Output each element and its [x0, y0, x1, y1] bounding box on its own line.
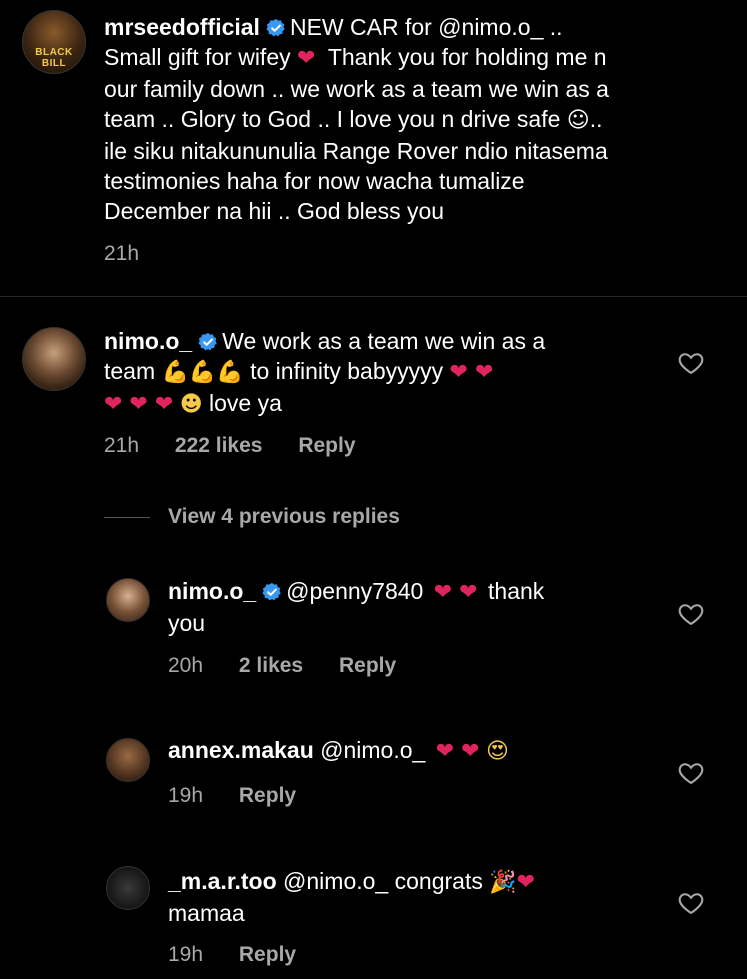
reply-time: 19h	[168, 943, 204, 966]
reply-time: 20h	[168, 654, 204, 677]
caption-line-6: testimonies haha for now wacha tumalize	[104, 168, 525, 194]
reply-reply-button[interactable]: Reply	[239, 943, 296, 966]
verified-badge-icon	[198, 332, 217, 351]
red-heart-emoji: ❤ ❤	[449, 360, 494, 385]
caption-line-2b: Thank you for holding me n	[327, 44, 607, 70]
caption-text: mrseedofficial NEW CAR for @nimo.o_ .. Sm…	[104, 12, 724, 226]
flexed-biceps-emoji: 💪💪💪	[161, 360, 244, 385]
caption-time: 21h	[104, 242, 140, 265]
kiss-face-emoji: ☻	[179, 392, 203, 417]
reply-likes[interactable]: 2 likes	[239, 654, 303, 677]
reply-username[interactable]: _m.a.r.too	[168, 868, 277, 894]
comment-line-3: love ya	[209, 390, 282, 416]
reply-mention[interactable]: @nimo.o_	[320, 737, 425, 763]
comment-time: 21h	[104, 434, 140, 457]
caption-username[interactable]: mrseedofficial	[104, 14, 260, 40]
reply-reply-button[interactable]: Reply	[339, 654, 396, 677]
caption-line-5: ile siku nitakununulia Range Rover ndio …	[104, 138, 608, 164]
reply-line-2: you	[168, 610, 206, 636]
verified-badge-icon	[266, 18, 285, 37]
party-popper-emoji: 🎉	[489, 870, 517, 895]
reply-reply-button[interactable]: Reply	[239, 784, 296, 807]
reply-avatar[interactable]	[106, 866, 150, 910]
reply-text: nimo.o_ @penny7840 ❤ ❤ thank you	[168, 576, 648, 638]
heart-eyes-emoji: 😍	[485, 739, 509, 764]
reply-line-2: mamaa	[168, 900, 245, 926]
comment-likes[interactable]: 222 likes	[175, 434, 263, 457]
caption-line-1: NEW CAR for @nimo.o_ ..	[289, 14, 563, 40]
caption-line-4b: ..	[589, 106, 603, 132]
heart-outline-icon[interactable]	[677, 759, 705, 787]
comment-meta: 21h 222 likes Reply	[104, 434, 356, 458]
reply-text: _m.a.r.too @nimo.o_ congrats 🎉❤ mamaa	[168, 866, 648, 928]
reply-meta: 19h Reply	[168, 784, 296, 808]
divider	[0, 296, 747, 297]
heart-outline-icon[interactable]	[677, 600, 705, 628]
red-heart-emoji: ❤ ❤	[433, 580, 478, 605]
view-previous-replies-button[interactable]: View 4 previous replies	[168, 505, 400, 529]
comment-avatar[interactable]	[22, 327, 86, 391]
heart-outline-icon[interactable]	[677, 889, 705, 917]
reply-text-after: thank	[488, 578, 545, 604]
reply-avatar[interactable]	[106, 738, 150, 782]
caption-line-2: Small gift for wifey	[104, 44, 291, 70]
red-heart-emoji: ❤ ❤ ❤	[104, 392, 174, 417]
comment-text: nimo.o_ We work as a team we win as a tea…	[104, 326, 664, 420]
reply-username[interactable]: nimo.o_	[168, 578, 256, 604]
reply-text-after: congrats	[394, 868, 483, 894]
reply-avatar[interactable]	[106, 578, 150, 622]
comment-line-1: We work as a team we win as a	[222, 328, 546, 354]
avatar-logo-text: BLACK BILL	[35, 47, 73, 69]
reply-text: annex.makau @nimo.o_ ❤ ❤ 😍	[168, 735, 648, 767]
heart-outline-icon[interactable]	[677, 349, 705, 377]
caption-line-7: December na hii .. God bless you	[104, 198, 445, 224]
reply-mention[interactable]: @nimo.o_	[283, 868, 388, 894]
verified-badge-icon	[262, 582, 281, 601]
reply-meta: 20h 2 likes Reply	[168, 654, 396, 678]
comment-reply-button[interactable]: Reply	[298, 434, 355, 457]
caption-line-4: team .. Glory to God .. I love you n dri…	[104, 106, 561, 132]
red-heart-emoji: ❤ ❤	[435, 739, 480, 764]
reply-mention[interactable]: @penny7840	[286, 578, 423, 604]
smiling-emoji: ☺	[566, 108, 590, 133]
red-heart-emoji: ❤	[297, 46, 316, 71]
comment-line-2b: to infinity babyyyyy	[250, 358, 444, 384]
reply-meta: 19h Reply	[168, 943, 296, 967]
reply-username[interactable]: annex.makau	[168, 737, 314, 763]
comment-line-2a: team	[104, 358, 156, 384]
comment-username[interactable]: nimo.o_	[104, 328, 192, 354]
caption-line-3: our family down .. we work as a team we …	[104, 76, 609, 102]
reply-time: 19h	[168, 784, 204, 807]
view-replies-line	[104, 517, 150, 518]
caption-avatar[interactable]: BLACK BILL	[22, 10, 86, 74]
red-heart-emoji: ❤	[516, 870, 536, 895]
